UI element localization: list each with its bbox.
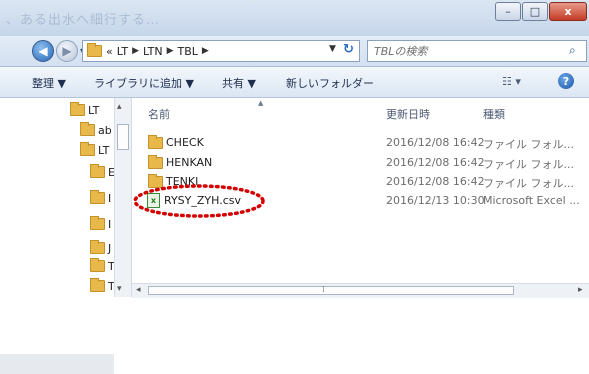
tree-item[interactable]: ab — [80, 120, 112, 140]
search-placeholder: TBLの検索 — [374, 45, 428, 58]
folder-icon — [90, 278, 105, 292]
back-button[interactable]: ◀ — [32, 40, 54, 62]
highlight-ellipse — [133, 184, 265, 218]
tree-item[interactable]: E — [90, 162, 115, 182]
folder-icon — [80, 142, 95, 156]
folder-icon — [90, 164, 105, 178]
file-type: ファイル フォル... — [483, 177, 574, 190]
breadcrumb-chevron-icon[interactable]: ▶ — [167, 46, 174, 56]
column-header-modified[interactable]: 更新日時 — [386, 106, 430, 122]
search-icon[interactable]: ⌕ — [569, 43, 576, 58]
address-dropdown-icon[interactable]: ▼ — [329, 44, 336, 54]
view-options-icon[interactable]: ☷ ▾ — [502, 75, 521, 88]
list-item[interactable]: CHECK 2016/12/08 16:42 ファイル フォル... — [142, 133, 589, 153]
tree-item[interactable]: T — [90, 256, 115, 276]
tree-item[interactable]: J — [90, 238, 111, 258]
maximize-button[interactable]: □ — [522, 2, 548, 21]
scrollbar-thumb[interactable] — [117, 124, 129, 150]
file-modified: 2016/12/13 10:30 — [386, 194, 485, 207]
folder-icon — [87, 43, 102, 57]
scroll-left-icon[interactable]: ◂ — [136, 285, 141, 295]
organize-menu[interactable]: 整理 ▼ — [32, 75, 66, 91]
tree-item[interactable]: LT — [70, 100, 99, 120]
close-button[interactable]: x — [549, 2, 587, 21]
folder-icon — [148, 155, 163, 169]
tree-item[interactable]: I — [90, 214, 111, 234]
file-type: ファイル フォル... — [483, 158, 574, 171]
breadcrumb-ltn[interactable]: LTN — [143, 45, 163, 58]
breadcrumb-tbl[interactable]: TBL — [177, 45, 197, 58]
tree-item[interactable]: T — [90, 276, 115, 296]
navigation-pane: LT ab LT E I I J T T — [0, 98, 132, 374]
file-modified: 2016/12/08 16:42 — [386, 175, 485, 188]
horizontal-scrollbar[interactable]: ◂ ⁞ ▸ — [132, 283, 589, 298]
file-modified: 2016/12/08 16:42 — [386, 136, 485, 149]
breadcrumb-lt[interactable]: LT — [117, 45, 128, 58]
sort-indicator-icon: ▲ — [258, 99, 264, 107]
new-folder-button[interactable]: 新しいフォルダー — [286, 75, 374, 91]
include-in-library-menu[interactable]: ライブラリに追加 ▼ — [94, 75, 194, 91]
file-type: Microsoft Excel ... — [483, 194, 580, 207]
tree-item[interactable]: I — [90, 188, 111, 208]
file-modified: 2016/12/08 16:42 — [386, 156, 485, 169]
column-header-name[interactable]: 名前 — [148, 106, 170, 122]
folder-icon — [90, 216, 105, 230]
forward-button[interactable]: ▶ — [56, 40, 78, 62]
navigation-scrollbar[interactable]: ▴ ▾ — [114, 98, 131, 297]
list-item[interactable]: HENKAN 2016/12/08 16:42 ファイル フォル... — [142, 153, 589, 173]
file-name: HENKAN — [166, 156, 213, 169]
scroll-grip-icon: ⁞ — [322, 285, 325, 295]
breadcrumb-chevron-icon[interactable]: ▶ — [132, 46, 139, 56]
file-type: ファイル フォル... — [483, 138, 574, 151]
breadcrumb-chevron-icon[interactable]: ▶ — [202, 46, 209, 56]
address-bar[interactable]: « LT ▶ LTN ▶ TBL ▶ — [82, 40, 360, 62]
window-title: 、ある出水へ細行する… — [6, 13, 161, 28]
share-menu[interactable]: 共有 ▼ — [222, 75, 256, 91]
help-icon[interactable]: ? — [558, 73, 574, 89]
scroll-right-icon[interactable]: ▸ — [578, 285, 583, 295]
folder-icon — [90, 190, 105, 204]
folder-icon — [90, 240, 105, 254]
refresh-icon[interactable]: ↻ — [343, 42, 354, 57]
scrollbar-thumb[interactable] — [148, 286, 514, 295]
column-header-type[interactable]: 種類 — [483, 106, 505, 122]
search-input[interactable]: TBLの検索 — [367, 40, 587, 62]
minimize-button[interactable]: – — [495, 2, 521, 21]
folder-icon — [80, 122, 95, 136]
tree-item[interactable]: LT — [80, 140, 109, 160]
folder-icon — [90, 258, 105, 272]
scroll-up-icon[interactable]: ▴ — [117, 102, 122, 112]
file-name: CHECK — [166, 136, 204, 149]
folder-icon — [70, 102, 85, 116]
scroll-down-icon[interactable]: ▾ — [117, 284, 122, 294]
address-overflow[interactable]: « — [106, 45, 113, 58]
folder-icon — [148, 135, 163, 149]
